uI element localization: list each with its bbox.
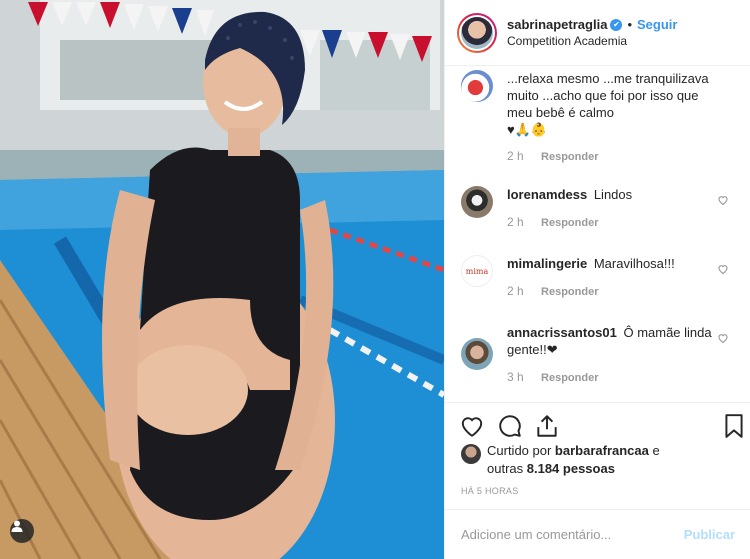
post-header: sabrinapetraglia ✔ • Seguir Competition … xyxy=(445,0,750,66)
post-timestamp[interactable]: HÁ 5 HORAS xyxy=(461,486,519,496)
follow-button[interactable]: Seguir xyxy=(637,17,677,33)
share-icon[interactable] xyxy=(534,413,560,439)
like-comment-icon[interactable] xyxy=(717,263,729,275)
comment-item: lorenamdess Lindos 2 h Responder xyxy=(461,186,737,232)
comment-avatar[interactable] xyxy=(461,186,493,218)
author-username[interactable]: sabrinapetraglia xyxy=(507,17,607,33)
comment-item: mima mimalingerie Maravilhosa!!! 2 h Res… xyxy=(461,255,737,301)
like-comment-icon[interactable] xyxy=(717,332,729,344)
comment-input[interactable]: Adicione um comentário... xyxy=(461,527,684,542)
comment-username[interactable]: lorenamdess xyxy=(507,187,587,202)
comment-text: Lindos xyxy=(593,187,633,202)
comment-username[interactable]: mimalingerie xyxy=(507,256,587,271)
comment-text: ...relaxa mesmo ...me tranquilizava muit… xyxy=(507,71,709,120)
comments-list[interactable]: ...relaxa mesmo ...me tranquilizava muit… xyxy=(445,66,750,402)
likes-summary: Curtido por barbarafrancaa e outras 8.18… xyxy=(461,442,687,478)
likes-count[interactable]: 8.184 pessoas xyxy=(527,461,615,476)
heart-icon[interactable] xyxy=(459,413,485,439)
post-photo[interactable] xyxy=(0,0,444,559)
add-comment-bar: Adicione um comentário... Publicar xyxy=(445,509,750,559)
author-avatar[interactable] xyxy=(457,12,497,53)
reply-button[interactable]: Responder xyxy=(541,372,598,384)
reply-button[interactable]: Responder xyxy=(541,286,598,298)
verified-badge-icon: ✔ xyxy=(610,18,623,31)
post-location[interactable]: Competition Academia xyxy=(507,33,677,49)
comment-emoji: ♥🙏👶 xyxy=(507,122,548,137)
like-comment-icon[interactable] xyxy=(717,194,729,206)
comment-username[interactable]: annacrissantos01 xyxy=(507,325,617,340)
comment-avatar[interactable] xyxy=(461,338,493,370)
publish-button[interactable]: Publicar xyxy=(684,527,735,542)
comment-time: 3 h xyxy=(507,370,524,384)
comment-item: ...relaxa mesmo ...me tranquilizava muit… xyxy=(461,70,737,166)
post-side-panel: sabrinapetraglia ✔ • Seguir Competition … xyxy=(444,0,750,559)
comment-item: annacrissantos01 Ô mamãe linda gente!!❤ … xyxy=(461,324,737,387)
comment-time: 2 h xyxy=(507,149,524,163)
comment-text: Maravilhosa!!! xyxy=(593,256,675,271)
comment-avatar[interactable] xyxy=(461,70,493,102)
comment-time: 2 h xyxy=(507,284,524,298)
comment-icon[interactable] xyxy=(497,413,523,439)
user-tag-icon[interactable] xyxy=(10,519,34,543)
reply-button[interactable]: Responder xyxy=(541,217,598,229)
comment-avatar[interactable]: mima xyxy=(461,255,493,287)
bookmark-icon[interactable] xyxy=(721,413,747,439)
liker-avatar[interactable] xyxy=(461,444,481,464)
liker-username[interactable]: barbarafrancaa xyxy=(555,443,649,458)
reply-button[interactable]: Responder xyxy=(541,151,598,163)
comment-time: 2 h xyxy=(507,215,524,229)
photo-illustration xyxy=(0,0,444,559)
separator-dot: • xyxy=(627,16,632,32)
likes-prefix: Curtido por xyxy=(487,443,555,458)
